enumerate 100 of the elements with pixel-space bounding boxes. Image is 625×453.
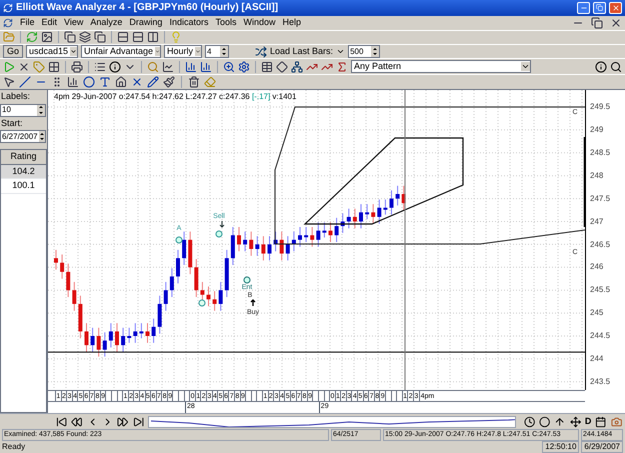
calendar-icon[interactable] [595, 416, 607, 428]
table-icon[interactable] [261, 60, 273, 73]
wave-marker-icon [216, 230, 222, 238]
menu-item[interactable]: Edit [42, 16, 58, 30]
image-icon[interactable] [41, 31, 53, 44]
go-button[interactable]: Go [3, 45, 24, 58]
menu-item[interactable]: Tools [215, 16, 236, 30]
menu-item[interactable]: Window [243, 16, 276, 30]
pattern-select[interactable]: Any Pattern [351, 60, 531, 74]
settings-icon[interactable] [238, 60, 250, 73]
candle [371, 204, 376, 224]
tile-rows-icon[interactable] [132, 31, 144, 44]
tile-horizontal-icon[interactable] [117, 31, 129, 44]
wave-marker-icon [176, 236, 182, 244]
tile-vertical-icon[interactable] [147, 31, 159, 44]
diamond-icon[interactable] [276, 60, 288, 73]
brush-icon[interactable] [163, 76, 175, 88]
start-spinner[interactable]: 6/27/2007 [0, 130, 46, 144]
pattern-set-select[interactable]: Unfair Advantage [81, 45, 162, 58]
candle [127, 327, 132, 344]
restore-button[interactable] [593, 2, 606, 14]
close-button[interactable] [609, 2, 622, 14]
menu-item[interactable]: View [64, 16, 84, 30]
pencil-icon[interactable] [147, 76, 159, 88]
arrow-down-icon [220, 220, 224, 228]
status-text: Ready [2, 440, 26, 453]
network-icon[interactable] [291, 60, 303, 73]
clock-icon[interactable] [524, 416, 535, 428]
candle [322, 222, 326, 238]
restore-icon [596, 4, 603, 12]
arrow-up-icon[interactable] [554, 416, 566, 428]
menu-item[interactable]: Indicators [169, 16, 208, 30]
pointer-icon[interactable] [3, 76, 15, 88]
candle [352, 208, 357, 229]
symbol-select[interactable]: usdcad15 [26, 45, 78, 58]
labels-spinner[interactable]: 10 [0, 104, 46, 117]
first-icon[interactable] [56, 416, 68, 428]
layers-icon[interactable] [79, 31, 91, 44]
close-icon[interactable] [18, 60, 30, 73]
candle [274, 231, 278, 252]
price-tick-label: 249.5 [590, 103, 610, 112]
candle [249, 231, 254, 256]
candle [261, 236, 266, 262]
rewind-icon[interactable] [71, 416, 83, 428]
timeframe-select[interactable]: Hourly [164, 45, 202, 58]
document-icon [3, 18, 13, 28]
cascade-icon[interactable] [64, 31, 76, 44]
minimize-button[interactable] [577, 2, 590, 14]
spinner-icon[interactable] [371, 46, 380, 57]
line-chart-icon[interactable] [162, 60, 174, 73]
last-icon[interactable] [132, 416, 144, 428]
dropdown-icon[interactable] [336, 47, 346, 56]
dropdown-icon[interactable] [70, 47, 78, 56]
help-icon[interactable] [595, 60, 607, 73]
circle-icon[interactable] [83, 76, 95, 88]
candle [182, 231, 186, 266]
line-icon[interactable] [19, 76, 31, 88]
wave-marker-icon [244, 276, 250, 284]
dropdown-icon[interactable] [521, 62, 530, 72]
candle [402, 185, 406, 211]
wave-marker-icon [198, 300, 206, 307]
candle [212, 290, 217, 312]
candle [102, 332, 107, 358]
zoom-icon[interactable] [223, 60, 235, 73]
clock-time: 12:50:10 [542, 440, 580, 453]
candle [255, 236, 260, 256]
trash-icon[interactable] [188, 76, 200, 88]
restore-icon[interactable] [591, 16, 603, 29]
map-chart-icon[interactable] [200, 60, 212, 73]
candle [200, 282, 204, 302]
spinner-icon[interactable] [220, 46, 228, 57]
cross-icon[interactable] [131, 76, 143, 88]
candle [334, 217, 339, 243]
map-chart-icon[interactable] [185, 60, 197, 73]
close-icon[interactable] [610, 16, 622, 29]
grid-icon[interactable] [48, 60, 60, 73]
menu-item[interactable]: File [20, 16, 35, 30]
rating-row[interactable]: 104.2 [1, 164, 46, 180]
menu-item[interactable]: Drawing [129, 16, 162, 30]
fast-forward-icon[interactable] [117, 416, 129, 428]
windows-icon[interactable] [94, 31, 106, 44]
menu-item[interactable]: Analyze [90, 16, 122, 30]
menu-item[interactable]: Help [282, 16, 302, 30]
rating-row[interactable]: 100.1 [1, 179, 46, 194]
spinner-icon[interactable] [37, 104, 45, 116]
date-toggle[interactable]: D [584, 414, 592, 428]
move-icon[interactable] [570, 416, 581, 428]
candle [292, 231, 296, 252]
spinner-icon[interactable] [38, 131, 45, 142]
print-icon[interactable] [71, 60, 83, 73]
sigma-icon[interactable] [336, 60, 348, 73]
text-icon[interactable] [99, 76, 111, 88]
count-spinner[interactable]: 4 [205, 45, 230, 58]
bars-spinner[interactable]: 500 [348, 45, 380, 58]
info-icon[interactable] [109, 60, 121, 73]
start-label: Start: [0, 116, 24, 130]
candle [218, 282, 223, 312]
candle [60, 254, 64, 280]
find-icon[interactable] [610, 60, 622, 73]
candle [390, 190, 394, 216]
